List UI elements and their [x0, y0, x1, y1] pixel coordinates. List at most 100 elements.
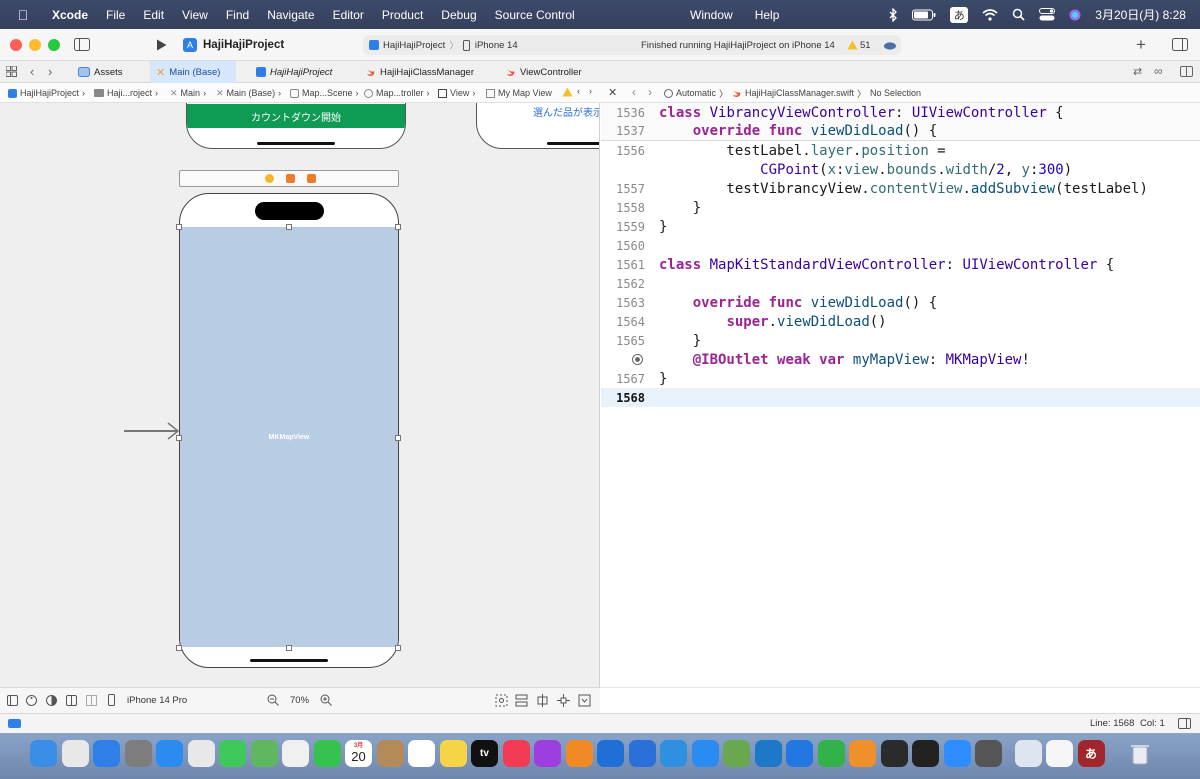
grid-icon[interactable]	[6, 66, 17, 77]
warning-icon[interactable]	[562, 87, 573, 97]
resize-handle[interactable]	[176, 224, 182, 230]
stack-view-icon[interactable]	[515, 694, 528, 707]
minimize-window-button[interactable]	[29, 38, 41, 51]
tv-icon[interactable]: tv	[471, 740, 498, 767]
tab-view-controller[interactable]: ViewController	[500, 61, 598, 83]
menu-edit[interactable]: Edit	[143, 8, 164, 22]
script-editor-icon[interactable]	[723, 740, 750, 767]
code-line[interactable]: 1562	[601, 274, 1200, 293]
podcasts-icon[interactable]	[534, 740, 561, 767]
align-icon[interactable]	[536, 694, 549, 707]
jumpbar-item-main-base[interactable]: ✕ Main (Base) ›	[216, 83, 281, 103]
code-line[interactable]: CGPoint(x:view.bounds.width/2, y:300)	[601, 160, 1200, 179]
view-controller-icon[interactable]	[265, 174, 274, 183]
add-icon[interactable]: +	[1136, 35, 1146, 55]
calculator-icon[interactable]	[975, 740, 1002, 767]
add-constraints-icon[interactable]	[557, 694, 570, 707]
maps-icon[interactable]	[250, 740, 278, 767]
xcode-alt-icon[interactable]	[660, 740, 687, 767]
siri-icon[interactable]	[1069, 9, 1081, 21]
close-window-button[interactable]	[10, 38, 22, 51]
forward-icon[interactable]: ›	[648, 85, 652, 99]
jumpbar-item-controller[interactable]: Map...troller ›	[364, 83, 430, 103]
code-line[interactable]: 1564 super.viewDidLoad()	[601, 312, 1200, 331]
bluetooth-icon[interactable]	[888, 7, 898, 22]
outlet-connection-icon[interactable]	[632, 354, 643, 365]
resize-handle[interactable]	[395, 645, 401, 651]
tab-assets[interactable]: Assets	[72, 61, 138, 83]
messages-icon[interactable]	[219, 740, 246, 767]
textedit-icon[interactable]	[1046, 740, 1073, 767]
editor-jumpbar-selection[interactable]: No Selection	[870, 83, 921, 103]
jumpbar-item-folder[interactable]: Haji...roject ›	[94, 83, 158, 103]
code-editor[interactable]: 1536 class VibrancyViewController: UIView…	[601, 103, 1200, 687]
entry-point-arrow-icon[interactable]	[122, 421, 180, 441]
resize-handle[interactable]	[286, 645, 292, 651]
orientation-icon[interactable]	[66, 695, 77, 706]
app-store-icon[interactable]	[691, 740, 719, 767]
system-settings-icon[interactable]	[124, 740, 152, 767]
back-icon[interactable]: ‹	[632, 85, 636, 99]
tab-main-base[interactable]: ✕ Main (Base)	[150, 61, 236, 83]
menu-product[interactable]: Product	[382, 8, 423, 22]
cloud-status-icon[interactable]	[883, 41, 897, 50]
launchpad-icon[interactable]	[61, 740, 89, 767]
wifi-icon[interactable]	[982, 8, 998, 21]
code-line[interactable]: 1563 override func viewDidLoad() {	[601, 293, 1200, 312]
code-line[interactable]: 1557 testVibrancyView.contentView.addSub…	[601, 179, 1200, 198]
code-line[interactable]: 1559}	[601, 217, 1200, 236]
appearance-icon[interactable]	[46, 695, 57, 706]
editor-jumpbar-file[interactable]: HajiHajiClassManager.swift 〉	[732, 83, 866, 103]
device-config-label[interactable]: iPhone 14 Pro	[127, 695, 187, 706]
menu-app-name[interactable]: Xcode	[52, 8, 88, 22]
apple-logo-icon[interactable]: 	[14, 7, 32, 23]
photos-icon[interactable]	[282, 740, 309, 767]
resize-handle[interactable]	[395, 435, 401, 441]
preview-icon[interactable]	[1014, 740, 1042, 767]
update-frames-icon[interactable]	[495, 694, 508, 707]
close-editor-icon[interactable]: ✕	[608, 86, 617, 99]
menu-view[interactable]: View	[182, 8, 208, 22]
accessibility-icon[interactable]	[26, 695, 37, 706]
reminders-icon[interactable]	[408, 740, 435, 767]
code-line[interactable]: 1565 }	[601, 331, 1200, 350]
jumpbar-item-my-map-view[interactable]: My Map View	[486, 83, 552, 103]
menu-window[interactable]: Window	[690, 8, 733, 22]
code-line[interactable]: 1560	[601, 236, 1200, 255]
document-outline-icon[interactable]	[7, 695, 18, 706]
contacts-icon[interactable]	[376, 740, 404, 767]
code-line[interactable]: 1561 class MapKitStandardViewController: …	[601, 255, 1200, 274]
code-line[interactable]: 1556 testLabel.layer.position =	[601, 141, 1200, 160]
terminal-icon[interactable]	[912, 740, 939, 767]
menu-help[interactable]: Help	[755, 8, 780, 22]
countdown-start-button[interactable]: カウントダウン開始	[187, 104, 405, 128]
resize-handle[interactable]	[286, 224, 292, 230]
refresh-arrows-icon[interactable]: ⇄	[1133, 65, 1142, 78]
spotlight-search-icon[interactable]	[1012, 8, 1025, 21]
jumpbar-item-scene[interactable]: Map...Scene ›	[290, 83, 359, 103]
finder-icon[interactable]	[30, 740, 57, 767]
music-icon[interactable]	[502, 740, 530, 767]
chrome-icon[interactable]	[187, 740, 215, 767]
first-responder-icon[interactable]	[286, 174, 295, 183]
warning-icon[interactable]	[847, 40, 858, 50]
menubar-clock[interactable]: 3月20日(月) 8:28	[1095, 6, 1186, 23]
inspector-toggle-icon[interactable]	[1172, 38, 1188, 51]
code-line[interactable]: 1558 }	[601, 198, 1200, 217]
sidebar-toggle-icon[interactable]	[74, 38, 90, 51]
jumpbar-item-view[interactable]: View ›	[438, 83, 475, 103]
zoom-icon[interactable]	[943, 740, 971, 767]
resize-handle[interactable]	[176, 645, 182, 651]
numbers-icon[interactable]	[817, 740, 845, 767]
map-scene-phone[interactable]: MKMapView	[179, 193, 399, 668]
mail-icon[interactable]	[93, 740, 120, 767]
facetime-icon[interactable]	[313, 740, 341, 767]
battery-icon[interactable]	[912, 9, 936, 21]
sidebar-toggle-icon[interactable]	[1178, 718, 1191, 729]
run-button[interactable]	[156, 39, 167, 51]
activity-icon[interactable]	[880, 740, 908, 767]
keynote-icon[interactable]	[786, 740, 813, 767]
back-icon[interactable]: ‹	[30, 64, 34, 79]
chevron-right-icon[interactable]: ›	[589, 86, 592, 96]
editor-jumpbar-mode[interactable]: Automatic 〉	[664, 83, 728, 103]
